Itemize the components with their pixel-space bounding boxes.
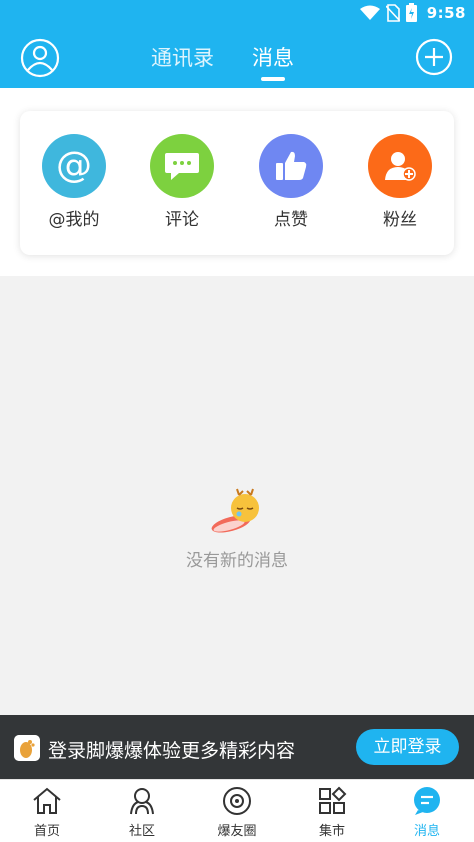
category-label: 评论 [165, 210, 199, 230]
empty-state-text: 没有新的消息 [186, 551, 288, 571]
active-tab-indicator [261, 77, 285, 81]
at-icon: @ [42, 134, 106, 198]
app-logo-icon [14, 735, 40, 761]
login-banner: 登录脚爆爆体验更多精彩内容 立即登录 [0, 715, 474, 779]
comment-icon [150, 134, 214, 198]
status-icons: 9:58 [359, 3, 466, 22]
nav-label: 爆友圈 [217, 824, 257, 839]
fans-icon [368, 134, 432, 198]
circle-icon [223, 787, 251, 815]
nav-label: 消息 [413, 824, 440, 839]
battery-icon [405, 3, 417, 22]
category-label: 粉丝 [383, 210, 417, 230]
category-label: 点赞 [274, 210, 308, 230]
nav-friend-circle[interactable]: 爆友圈 [202, 786, 272, 839]
tab-messages[interactable]: 消息 [252, 42, 294, 72]
message-icon [414, 787, 440, 815]
thumbs-up-icon [259, 134, 323, 198]
no-sim-icon [385, 3, 400, 22]
message-category-card: @ @我的 评论 点赞 粉丝 [20, 111, 454, 255]
category-likes[interactable]: 点赞 [259, 134, 323, 230]
community-icon [130, 788, 154, 815]
nav-messages[interactable]: 消息 [392, 786, 462, 839]
nav-community[interactable]: 社区 [107, 786, 177, 839]
category-comments[interactable]: 评论 [150, 134, 214, 230]
category-fans[interactable]: 粉丝 [368, 134, 432, 230]
home-icon [33, 787, 61, 814]
nav-market[interactable]: 集市 [297, 786, 367, 839]
category-at-me[interactable]: @ @我的 [42, 134, 106, 230]
sleeping-mascot-icon [211, 488, 259, 533]
market-icon [319, 786, 347, 814]
wifi-icon [359, 5, 380, 20]
svg-text:@: @ [56, 146, 92, 186]
nav-label: 首页 [33, 824, 60, 839]
login-button[interactable]: 立即登录 [356, 729, 459, 765]
add-icon[interactable] [415, 38, 453, 76]
status-bar: 9:58 [0, 0, 474, 26]
bottom-nav: 首页 社区 爆友圈 集市 消息 [0, 779, 474, 842]
nav-home[interactable]: 首页 [12, 786, 82, 839]
header: 通讯录 消息 [0, 26, 474, 88]
category-label: @我的 [48, 210, 100, 230]
nav-label: 集市 [318, 824, 345, 839]
tab-contacts[interactable]: 通讯录 [151, 42, 214, 72]
status-time: 9:58 [426, 3, 466, 22]
nav-label: 社区 [128, 824, 155, 839]
avatar-icon[interactable] [20, 38, 60, 78]
login-prompt-text: 登录脚爆爆体验更多精彩内容 [48, 740, 296, 762]
